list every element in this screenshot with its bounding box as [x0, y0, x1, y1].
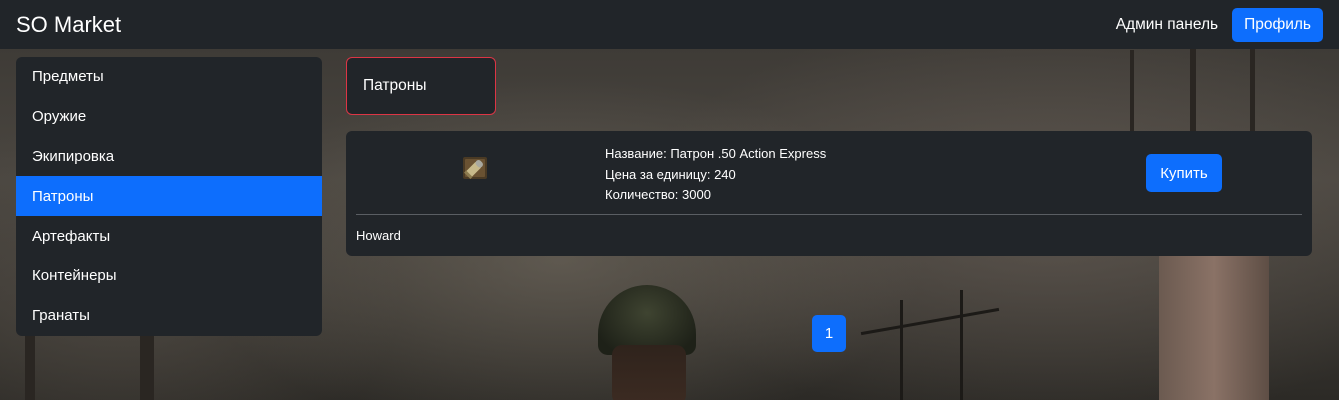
top-navbar: SO Market Админ панель Профиль — [0, 0, 1339, 49]
brand-logo[interactable]: SO Market — [16, 12, 121, 38]
wire-silhouette — [900, 300, 903, 400]
ammo-cartridge-icon — [458, 151, 492, 185]
category-title: Патроны — [346, 57, 496, 115]
buy-button[interactable]: Купить — [1146, 154, 1222, 192]
category-sidebar: Предметы Оружие Экипировка Патроны Артеф… — [16, 57, 322, 336]
chimney-silhouette — [1159, 250, 1269, 400]
seller-name: Howard — [356, 228, 401, 243]
profile-button[interactable]: Профиль — [1232, 7, 1323, 42]
item-name: Название: Патрон .50 Action Express — [605, 146, 827, 161]
wire-silhouette — [960, 290, 963, 400]
sidebar-item-weapons[interactable]: Оружие — [16, 97, 322, 137]
soldier-face — [612, 345, 686, 400]
sidebar-item-ammo[interactable]: Патроны — [16, 176, 322, 217]
item-price: Цена за единицу: 240 — [605, 166, 736, 182]
sidebar-item-artifacts[interactable]: Артефакты — [16, 216, 322, 256]
tower-silhouette — [25, 330, 35, 400]
listing-card — [346, 131, 1312, 256]
pagination-page-1[interactable]: 1 — [812, 315, 846, 352]
sidebar-item-grenades[interactable]: Гранаты — [16, 296, 322, 336]
sidebar-item-items[interactable]: Предметы — [16, 57, 322, 97]
wire-silhouette — [860, 307, 1000, 336]
admin-panel-link[interactable]: Админ панель — [1116, 16, 1218, 34]
item-quantity: Количество: 3000 — [605, 187, 711, 202]
listing-info: Название: Патрон .50 Action Express Цена… — [605, 144, 826, 206]
sidebar-item-containers[interactable]: Контейнеры — [16, 256, 322, 296]
navbar-actions: Админ панель Профиль — [1116, 7, 1323, 42]
sidebar-item-equipment[interactable]: Экипировка — [16, 137, 322, 177]
card-divider — [356, 214, 1302, 215]
